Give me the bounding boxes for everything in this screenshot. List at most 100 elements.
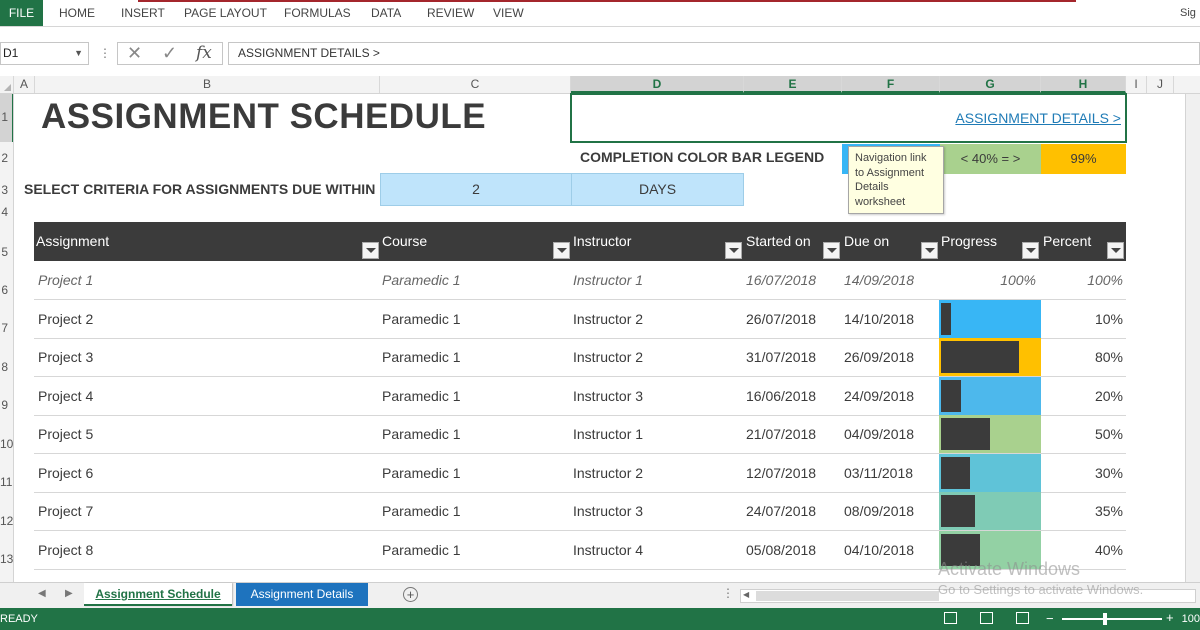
row-header[interactable]: 2 [0, 151, 13, 165]
cell-due[interactable]: 14/10/2018 [844, 300, 914, 338]
filter-dropdown-icon[interactable] [823, 242, 840, 259]
normal-view-icon[interactable] [944, 612, 957, 624]
cell-percent[interactable]: 35% [1041, 492, 1123, 530]
cell-assignment[interactable]: Project 4 [38, 377, 93, 415]
chevron-down-icon[interactable]: ▼ [74, 43, 83, 64]
more-icon[interactable]: ⋮ [99, 46, 111, 60]
cell-instructor[interactable]: Instructor 1 [573, 261, 643, 299]
cell-percent[interactable]: 50% [1041, 415, 1123, 453]
scroll-tabs-left-icon[interactable]: ◀ [38, 588, 46, 599]
table-row[interactable]: Project 7 Paramedic 1 Instructor 3 24/07/20… [34, 492, 1126, 531]
scrollbar-thumb[interactable] [756, 591, 939, 601]
row-header[interactable]: 8 [0, 360, 13, 374]
row-header[interactable]: 12 [0, 514, 13, 528]
column-header-d[interactable]: D [571, 76, 744, 93]
cell-started[interactable]: 21/07/2018 [746, 415, 816, 453]
cell-assignment[interactable]: Project 5 [38, 415, 93, 453]
table-row[interactable]: Project 4 Paramedic 1 Instructor 3 16/06/20… [34, 376, 1126, 416]
cell-started[interactable]: 05/08/2018 [746, 531, 816, 569]
tab-review[interactable]: REVIEW [427, 0, 474, 26]
row-header[interactable]: 11 [0, 475, 13, 489]
cell-course[interactable]: Paramedic 1 [382, 300, 461, 338]
table-row[interactable]: Project 5 Paramedic 1 Instructor 1 21/07/20… [34, 415, 1126, 454]
cell-due[interactable]: 26/09/2018 [844, 338, 914, 376]
cancel-icon[interactable]: ✕ [127, 43, 142, 64]
cell-course[interactable]: Paramedic 1 [382, 338, 461, 376]
zoom-out-icon[interactable]: − [1046, 611, 1054, 626]
cell-instructor[interactable]: Instructor 3 [573, 377, 643, 415]
table-row[interactable]: Project 2 Paramedic 1 Instructor 2 26/07/20… [34, 299, 1126, 339]
cell-due[interactable]: 14/09/2018 [844, 261, 914, 299]
progress-bar[interactable] [939, 376, 1041, 415]
details-link-cell[interactable]: ASSIGNMENT DETAILS > [570, 93, 1127, 143]
cell-course[interactable]: Paramedic 1 [382, 454, 461, 492]
row-header[interactable]: 10 [0, 437, 13, 451]
filter-dropdown-icon[interactable] [1022, 242, 1039, 259]
select-all-button[interactable] [0, 76, 14, 93]
filter-dropdown-icon[interactable] [362, 242, 379, 259]
column-header-c[interactable]: C [380, 76, 571, 93]
cell-assignment[interactable]: Project 8 [38, 531, 93, 569]
progress-bar[interactable] [939, 299, 1041, 338]
cell-due[interactable]: 04/09/2018 [844, 415, 914, 453]
progress-bar[interactable] [939, 338, 1041, 376]
column-header-i[interactable]: I [1126, 76, 1147, 93]
cell-percent[interactable]: 100% [1041, 261, 1123, 299]
column-header-f[interactable]: F [842, 76, 940, 93]
cell-instructor[interactable]: Instructor 1 [573, 415, 643, 453]
cell-instructor[interactable]: Instructor 2 [573, 454, 643, 492]
tab-data[interactable]: DATA [371, 0, 401, 26]
tab-assignment-details[interactable]: Assignment Details [236, 583, 368, 606]
filter-dropdown-icon[interactable] [921, 242, 938, 259]
formula-input[interactable]: ASSIGNMENT DETAILS > [228, 42, 1200, 65]
filter-dropdown-icon[interactable] [553, 242, 570, 259]
page-break-view-icon[interactable] [1016, 612, 1029, 624]
cell-due[interactable]: 24/09/2018 [844, 377, 914, 415]
tab-assignment-schedule[interactable]: Assignment Schedule [84, 583, 232, 606]
cell-percent[interactable]: 30% [1041, 454, 1123, 492]
filter-dropdown-icon[interactable] [1107, 242, 1124, 259]
cell-due[interactable]: 03/11/2018 [844, 454, 913, 492]
cell-started[interactable]: 26/07/2018 [746, 300, 816, 338]
table-row[interactable]: Project 6 Paramedic 1 Instructor 2 12/07/20… [34, 453, 1126, 493]
zoom-in-icon[interactable]: + [1166, 610, 1174, 625]
enter-icon[interactable]: ✓ [162, 43, 177, 64]
tab-file[interactable]: FILE [0, 0, 43, 26]
cell-course[interactable]: Paramedic 1 [382, 415, 461, 453]
column-header-b[interactable]: B [35, 76, 380, 93]
zoom-level[interactable]: 100 [1182, 608, 1200, 630]
scroll-left-icon[interactable]: ◀ [743, 590, 749, 599]
criteria-days-input[interactable]: 2 [380, 173, 572, 206]
cell-due[interactable]: 04/10/2018 [844, 531, 914, 569]
cell-assignment[interactable]: Project 7 [38, 492, 93, 530]
cell-started[interactable]: 31/07/2018 [746, 338, 816, 376]
cell-instructor[interactable]: Instructor 4 [573, 531, 643, 569]
scroll-tabs-right-icon[interactable]: ▶ [65, 588, 73, 599]
cell-started[interactable]: 12/07/2018 [746, 454, 816, 492]
cell-instructor[interactable]: Instructor 2 [573, 338, 643, 376]
cell-assignment[interactable]: Project 6 [38, 454, 93, 492]
add-sheet-icon[interactable]: + [403, 587, 418, 602]
name-box[interactable]: D1 ▼ [0, 42, 89, 65]
cell-course[interactable]: Paramedic 1 [382, 492, 461, 530]
cell-instructor[interactable]: Instructor 3 [573, 492, 643, 530]
cell-instructor[interactable]: Instructor 2 [573, 300, 643, 338]
progress-bar[interactable]: 100% [939, 261, 1041, 299]
column-header-e[interactable]: E [744, 76, 842, 93]
cell-started[interactable]: 24/07/2018 [746, 492, 816, 530]
row-header[interactable]: 6 [0, 283, 13, 297]
column-header-h[interactable]: H [1041, 76, 1126, 93]
progress-bar[interactable] [939, 492, 1041, 530]
column-header-a[interactable]: A [14, 76, 35, 93]
tab-view[interactable]: VIEW [493, 0, 524, 26]
cell-percent[interactable]: 80% [1041, 338, 1123, 376]
cell-course[interactable]: Paramedic 1 [382, 531, 461, 569]
insert-function-icon[interactable]: fx [196, 43, 212, 64]
row-header[interactable]: 1 [0, 110, 13, 124]
tab-home[interactable]: HOME [59, 0, 95, 26]
table-row[interactable]: Project 3 Paramedic 1 Instructor 2 31/07/20… [34, 338, 1126, 377]
zoom-slider[interactable] [1062, 613, 1162, 625]
cell-course[interactable]: Paramedic 1 [382, 377, 461, 415]
assignment-details-link[interactable]: ASSIGNMENT DETAILS > [955, 110, 1121, 126]
table-row[interactable]: Project 1 Paramedic 1 Instructor 1 16/07/20… [34, 261, 1126, 300]
